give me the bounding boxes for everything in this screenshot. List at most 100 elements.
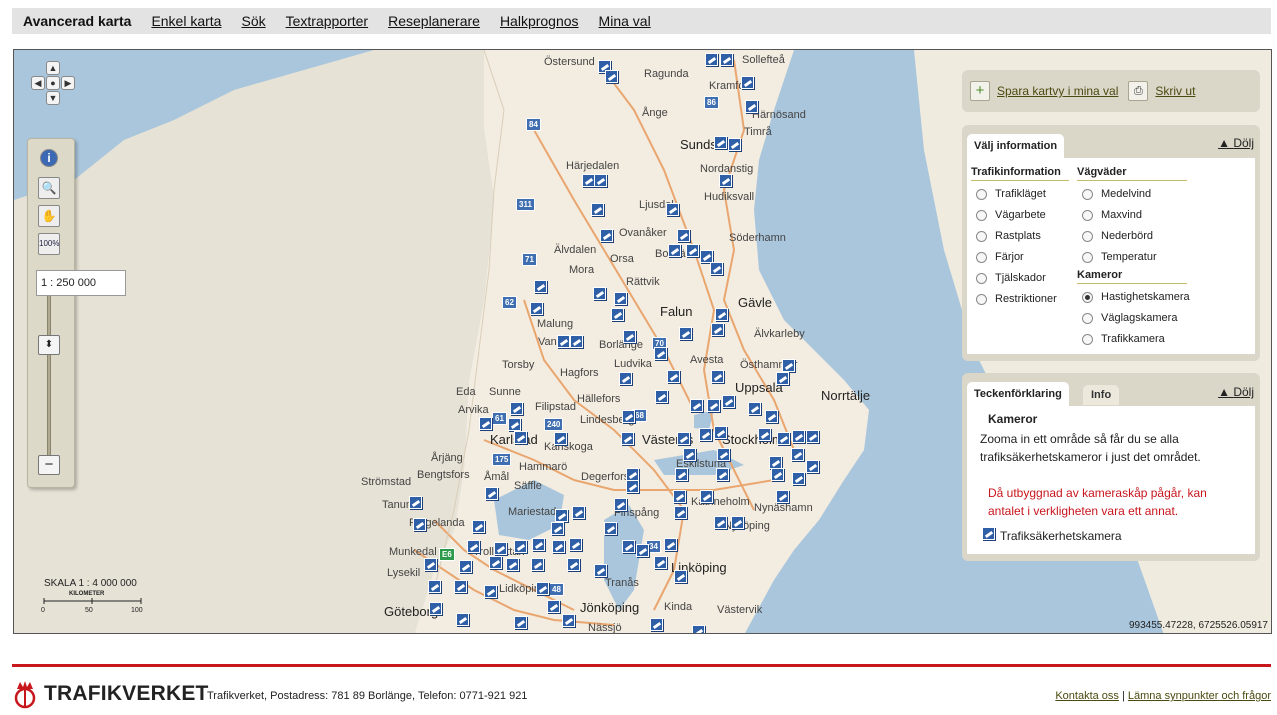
feedback-link[interactable]: Lämna synpunkter och frågor [1128, 690, 1271, 702]
nav-halkprognos[interactable]: Halkprognos [500, 13, 579, 29]
camera-marker[interactable] [716, 468, 729, 481]
camera-marker[interactable] [555, 509, 568, 522]
option-farjor[interactable]: Färjor [976, 251, 1024, 263]
camera-marker[interactable] [668, 244, 681, 257]
camera-marker[interactable] [593, 287, 606, 300]
option-restriktioner[interactable]: Restriktioner [976, 293, 1057, 305]
option-temperatur[interactable]: Temperatur [1082, 251, 1157, 263]
camera-marker[interactable] [619, 372, 632, 385]
camera-marker[interactable] [791, 448, 804, 461]
plus-icon[interactable]: + [970, 81, 990, 101]
camera-marker[interactable] [711, 323, 724, 336]
option-vaglagskamera[interactable]: Väglagskamera [1082, 312, 1177, 324]
camera-marker[interactable] [728, 138, 741, 151]
camera-marker[interactable] [792, 472, 805, 485]
camera-marker[interactable] [714, 426, 727, 439]
camera-marker[interactable] [428, 580, 441, 593]
camera-marker[interactable] [570, 335, 583, 348]
contact-link[interactable]: Kontakta oss [1055, 690, 1119, 702]
printer-icon[interactable]: ⎙ [1128, 81, 1149, 101]
camera-marker[interactable] [567, 558, 580, 571]
camera-marker[interactable] [745, 100, 758, 113]
camera-marker[interactable] [673, 490, 686, 503]
scale-input[interactable]: 1 : 250 000 [36, 270, 126, 296]
camera-marker[interactable] [531, 558, 544, 571]
camera-marker[interactable] [705, 53, 718, 66]
camera-marker[interactable] [621, 432, 634, 445]
camera-marker[interactable] [622, 540, 635, 553]
camera-marker[interactable] [594, 564, 607, 577]
camera-marker[interactable] [454, 580, 467, 593]
camera-marker[interactable] [409, 496, 422, 509]
pan-left-button[interactable]: ◀ [31, 76, 45, 90]
camera-marker[interactable] [677, 432, 690, 445]
camera-marker[interactable] [530, 302, 543, 315]
camera-marker[interactable] [622, 410, 635, 423]
camera-marker[interactable] [424, 558, 437, 571]
camera-marker[interactable] [636, 544, 649, 557]
camera-marker[interactable] [722, 395, 735, 408]
camera-marker[interactable] [765, 410, 778, 423]
camera-marker[interactable] [679, 327, 692, 340]
camera-marker[interactable] [806, 430, 819, 443]
option-trafiklaget[interactable]: Trafikläget [976, 188, 1046, 200]
camera-marker[interactable] [715, 308, 728, 321]
camera-marker[interactable] [623, 330, 636, 343]
camera-marker[interactable] [700, 490, 713, 503]
camera-marker[interactable] [758, 428, 771, 441]
camera-marker[interactable] [741, 76, 754, 89]
camera-marker[interactable] [731, 516, 744, 529]
camera-marker[interactable] [508, 418, 521, 431]
camera-marker[interactable] [674, 570, 687, 583]
camera-marker[interactable] [514, 431, 527, 444]
camera-marker[interactable] [654, 556, 667, 569]
camera-marker[interactable] [714, 136, 727, 149]
nav-enkel-karta[interactable]: Enkel karta [151, 13, 221, 29]
zoom-magnifier-icon[interactable]: 🔍 [38, 177, 60, 199]
camera-marker[interactable] [459, 560, 472, 573]
camera-marker[interactable] [484, 585, 497, 598]
camera-marker[interactable] [413, 518, 426, 531]
camera-marker[interactable] [771, 468, 784, 481]
pan-down-button[interactable]: ▼ [46, 91, 60, 105]
camera-marker[interactable] [717, 448, 730, 461]
camera-marker[interactable] [534, 280, 547, 293]
save-view-link[interactable]: Spara kartvy i mina val [997, 84, 1118, 98]
camera-marker[interactable] [600, 229, 613, 242]
option-medelvind[interactable]: Medelvind [1082, 188, 1151, 200]
camera-marker[interactable] [485, 487, 498, 500]
camera-marker[interactable] [792, 430, 805, 443]
camera-marker[interactable] [719, 174, 732, 187]
camera-marker[interactable] [594, 174, 607, 187]
tab-info[interactable]: Info [1083, 385, 1120, 405]
camera-marker[interactable] [748, 402, 761, 415]
camera-marker[interactable] [626, 480, 639, 493]
option-nederbord[interactable]: Nederbörd [1082, 230, 1153, 242]
camera-marker[interactable] [614, 292, 627, 305]
option-maxvind[interactable]: Maxvind [1082, 209, 1142, 221]
nav-avancerad-karta[interactable]: Avancerad karta [23, 13, 131, 29]
camera-marker[interactable] [456, 613, 469, 626]
camera-marker[interactable] [654, 347, 667, 360]
camera-marker[interactable] [806, 460, 819, 473]
camera-marker[interactable] [782, 359, 795, 372]
map-view[interactable]: Östersund Sollefteå Ragunda Kramfors Ång… [13, 49, 1272, 634]
zoom-100-icon[interactable]: 100% [38, 233, 60, 255]
camera-marker[interactable] [777, 432, 790, 445]
camera-marker[interactable] [776, 372, 789, 385]
camera-marker[interactable] [686, 244, 699, 257]
camera-marker[interactable] [614, 498, 627, 511]
camera-marker[interactable] [532, 538, 545, 551]
pan-right-button[interactable]: ▶ [61, 76, 75, 90]
tab-valj-information[interactable]: Välj information [967, 134, 1065, 158]
camera-marker[interactable] [554, 432, 567, 445]
option-hastighetskamera[interactable]: Hastighetskamera [1082, 291, 1190, 303]
camera-marker[interactable] [472, 520, 485, 533]
camera-marker[interactable] [604, 522, 617, 535]
camera-marker[interactable] [557, 335, 570, 348]
camera-marker[interactable] [655, 390, 668, 403]
camera-marker[interactable] [562, 614, 575, 627]
option-trafikkamera[interactable]: Trafikkamera [1082, 333, 1165, 345]
nav-sok[interactable]: Sök [241, 13, 265, 29]
camera-marker[interactable] [711, 370, 724, 383]
